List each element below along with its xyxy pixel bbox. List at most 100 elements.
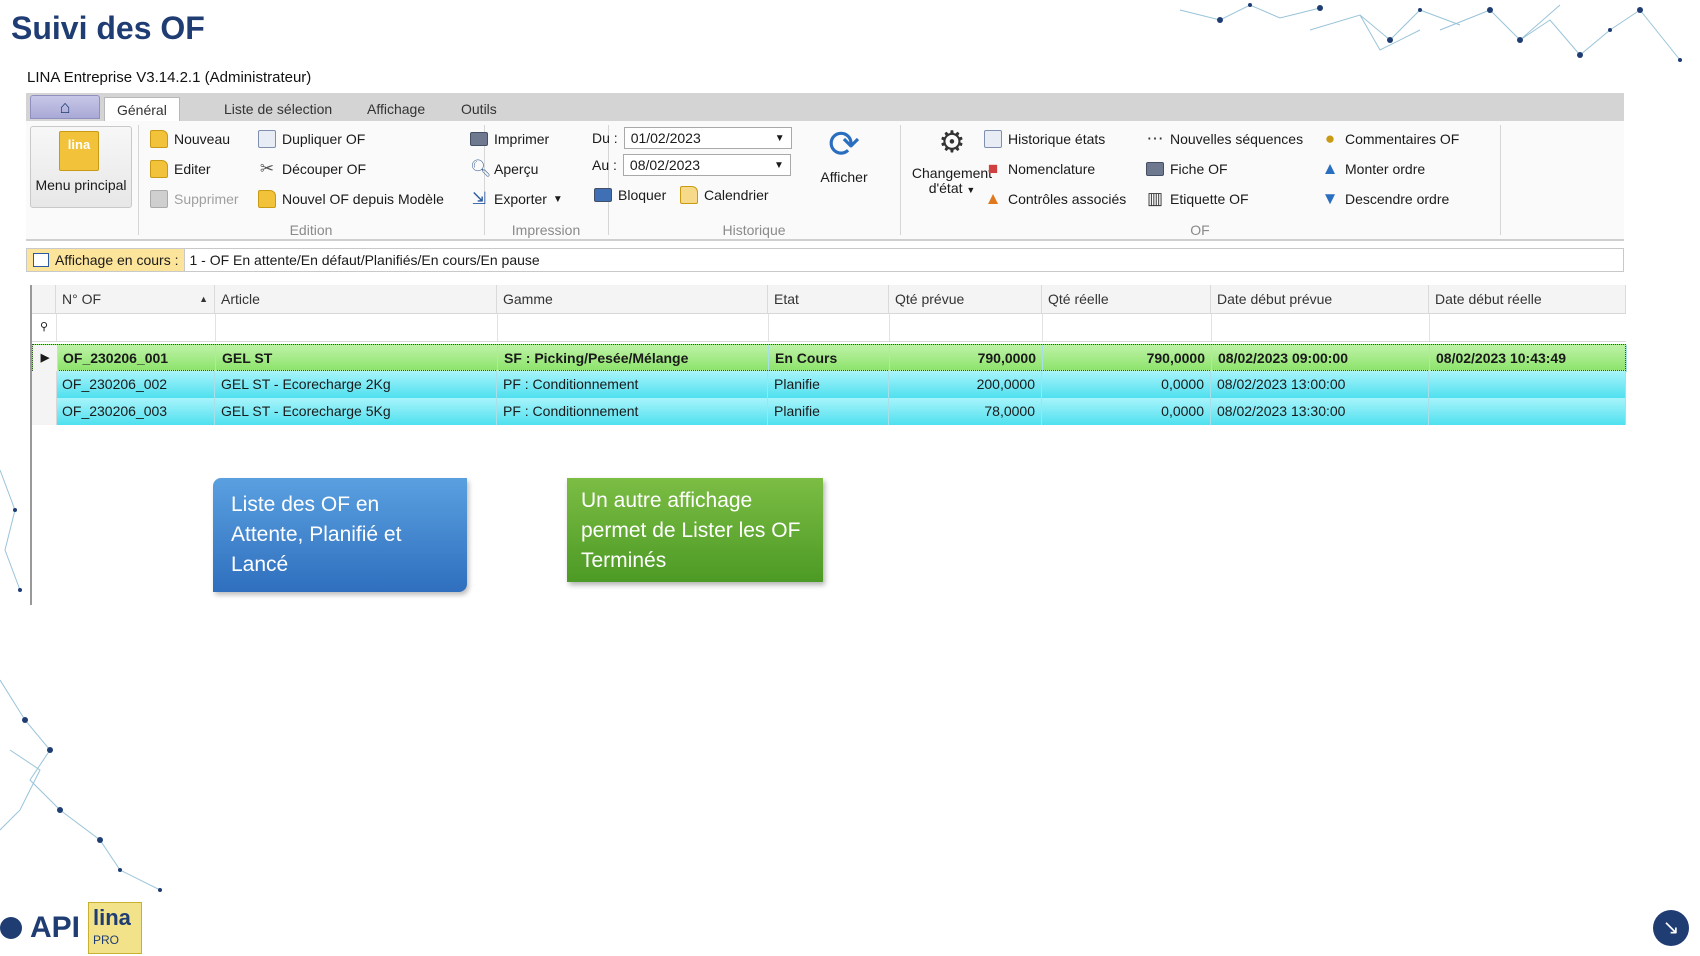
- cell-qte-reelle: 0,0000: [1042, 371, 1211, 398]
- arrow-down-icon: ▼: [1321, 189, 1339, 208]
- apercu-button[interactable]: 🔍︎ Aperçu: [470, 158, 538, 180]
- slide-title: Suivi des OF: [11, 10, 205, 46]
- filter-cell[interactable]: [768, 314, 890, 341]
- cell-nof: OF_230206_001: [57, 345, 216, 372]
- column-header-date-prevue[interactable]: Date début prévue: [1211, 285, 1429, 313]
- bloquer-button[interactable]: Bloquer: [594, 184, 666, 206]
- nomenclature-label: Nomenclature: [1008, 161, 1096, 177]
- model-folder-icon: [258, 190, 276, 208]
- cell-date-prevue: 08/02/2023 13:30:00: [1211, 398, 1429, 425]
- decouper-of-button[interactable]: ✂ Découper OF: [258, 158, 366, 180]
- refresh-icon: ⟳: [828, 124, 860, 166]
- filter-cell[interactable]: [889, 314, 1043, 341]
- cell-etat: En Cours: [769, 345, 890, 372]
- etiquette-of-button[interactable]: ▥ Etiquette OF: [1146, 188, 1249, 210]
- filter-value: 1 - OF En attente/En défaut/Planifiés/En…: [189, 252, 540, 268]
- descendre-ordre-button[interactable]: ▼ Descendre ordre: [1321, 188, 1450, 210]
- filter-cell[interactable]: [1211, 314, 1430, 341]
- cell-qte-prevue: 78,0000: [889, 398, 1042, 425]
- lina-pro-logo-text: lina: [93, 905, 131, 930]
- tab-home[interactable]: ⌂: [30, 95, 100, 119]
- nouveau-button[interactable]: Nouveau: [150, 128, 230, 150]
- sort-asc-icon: ▲: [199, 294, 208, 304]
- column-header-nof[interactable]: N° OF ▲: [56, 285, 215, 313]
- chevron-down-icon: ▼: [774, 132, 785, 144]
- cell-gamme: PF : Conditionnement: [497, 398, 768, 425]
- menu-principal-button[interactable]: lina Menu principal: [30, 126, 132, 208]
- dupliquer-of-button[interactable]: Dupliquer OF: [258, 128, 365, 150]
- controles-associes-button[interactable]: ▲ Contrôles associés: [984, 188, 1127, 210]
- cell-gamme: PF : Conditionnement: [497, 371, 768, 398]
- decouper-label: Découper OF: [282, 161, 367, 177]
- column-header-article[interactable]: Article: [215, 285, 497, 313]
- arrow-down-right-icon: ↘: [1662, 917, 1680, 939]
- fiche-of-label: Fiche OF: [1170, 161, 1228, 177]
- column-label: N° OF: [62, 291, 102, 307]
- date-au-field[interactable]: 08/02/2023 ▼: [622, 154, 791, 176]
- historique-etats-button[interactable]: Historique états: [984, 128, 1105, 150]
- column-header-gamme[interactable]: Gamme: [497, 285, 768, 313]
- affichage-filter-bar[interactable]: Affichage en cours : 1 - OF En attente/E…: [26, 248, 1624, 272]
- etiquette-of-label: Etiquette OF: [1170, 191, 1249, 207]
- cell-qte-reelle: 790,0000: [1043, 345, 1212, 372]
- supprimer-button[interactable]: Supprimer: [150, 188, 239, 210]
- nouvel-of-modele-button[interactable]: Nouvel OF depuis Modèle: [258, 188, 444, 210]
- nomenclature-button[interactable]: ■ Nomenclature: [984, 158, 1095, 180]
- editer-button[interactable]: Editer: [150, 158, 211, 180]
- filter-label-box: Affichage en cours :: [27, 249, 186, 271]
- brand-area: API lina PRO: [0, 902, 143, 954]
- history-icon: [984, 130, 1002, 148]
- ribbon-tab-bar: ⌂ Général Liste de sélection Affichage O…: [26, 93, 1624, 122]
- group-label-historique: Historique: [722, 222, 786, 238]
- tab-affichage[interactable]: Affichage: [355, 97, 437, 121]
- commentaires-of-button[interactable]: ● Commentaires OF: [1321, 128, 1460, 150]
- column-header-etat[interactable]: Etat: [768, 285, 889, 313]
- column-header-date-reelle[interactable]: Date début réelle: [1429, 285, 1626, 313]
- group-label-of: OF: [1190, 222, 1210, 238]
- tab-outils[interactable]: Outils: [449, 97, 509, 121]
- app-title: LINA Entreprise V3.14.2.1 (Administrateu…: [27, 69, 312, 86]
- lina-pro-label: PRO: [93, 933, 120, 947]
- fiche-of-button[interactable]: Fiche OF: [1146, 158, 1228, 180]
- menu-principal-label: Menu principal: [35, 177, 127, 193]
- lina-logo-icon: lina: [59, 131, 99, 171]
- api-globe-icon: [0, 917, 22, 939]
- date-du-row: Du : 01/02/2023 ▼: [592, 127, 792, 149]
- historique-etats-label: Historique états: [1008, 131, 1106, 147]
- next-slide-button[interactable]: ↘: [1653, 910, 1689, 946]
- nouvel-modele-label: Nouvel OF depuis Modèle: [282, 191, 444, 207]
- cell-article: GEL ST: [216, 345, 498, 372]
- table-row[interactable]: OF_230206_002 GEL ST - Ecorecharge 2Kg P…: [32, 371, 1626, 398]
- table-row[interactable]: OF_230206_003 GEL ST - Ecorecharge 5Kg P…: [32, 398, 1626, 425]
- exporter-button[interactable]: ⇲ Exporter ▼: [470, 188, 563, 210]
- tab-liste-selection[interactable]: Liste de sélection: [212, 97, 344, 121]
- barcode-icon: ▥: [1146, 189, 1164, 208]
- calendrier-button[interactable]: Calendrier: [680, 184, 769, 206]
- monter-label: Monter ordre: [1345, 161, 1426, 177]
- column-header-qte-prevue[interactable]: Qté prévue: [889, 285, 1042, 313]
- column-header-qte-reelle[interactable]: Qté réelle: [1042, 285, 1211, 313]
- row-indicator: [32, 371, 57, 398]
- date-du-value: 01/02/2023: [630, 130, 701, 146]
- ribbon: lina Menu principal Nouveau Editer Suppr…: [26, 121, 1624, 241]
- row-indicator: [32, 398, 57, 425]
- date-au-value: 08/02/2023: [629, 157, 700, 173]
- block-icon: [594, 188, 612, 202]
- cell-qte-reelle: 0,0000: [1042, 398, 1211, 425]
- afficher-button[interactable]: ⟳ Afficher: [806, 121, 882, 185]
- imprimer-button[interactable]: Imprimer: [470, 128, 549, 150]
- bloquer-label: Bloquer: [618, 187, 667, 203]
- filter-cell[interactable]: [56, 314, 216, 341]
- filter-cell[interactable]: [497, 314, 769, 341]
- nouvelles-sequences-button[interactable]: ⋯ Nouvelles séquences: [1146, 128, 1304, 150]
- grid-header: N° OF ▲ Article Gamme Etat Qté prévue Qt…: [32, 285, 1626, 314]
- table-row[interactable]: ▶ OF_230206_001 GEL ST SF : Picking/Pesé…: [32, 344, 1627, 372]
- filter-cell[interactable]: [1042, 314, 1212, 341]
- calendar-icon: [680, 186, 698, 204]
- lina-logo-text: lina: [67, 137, 91, 152]
- date-du-field[interactable]: 01/02/2023 ▼: [623, 127, 792, 149]
- monter-ordre-button[interactable]: ▲ Monter ordre: [1321, 158, 1426, 180]
- dupliquer-label: Dupliquer OF: [282, 131, 366, 147]
- filter-cell[interactable]: [215, 314, 498, 341]
- tab-general[interactable]: Général: [104, 97, 180, 122]
